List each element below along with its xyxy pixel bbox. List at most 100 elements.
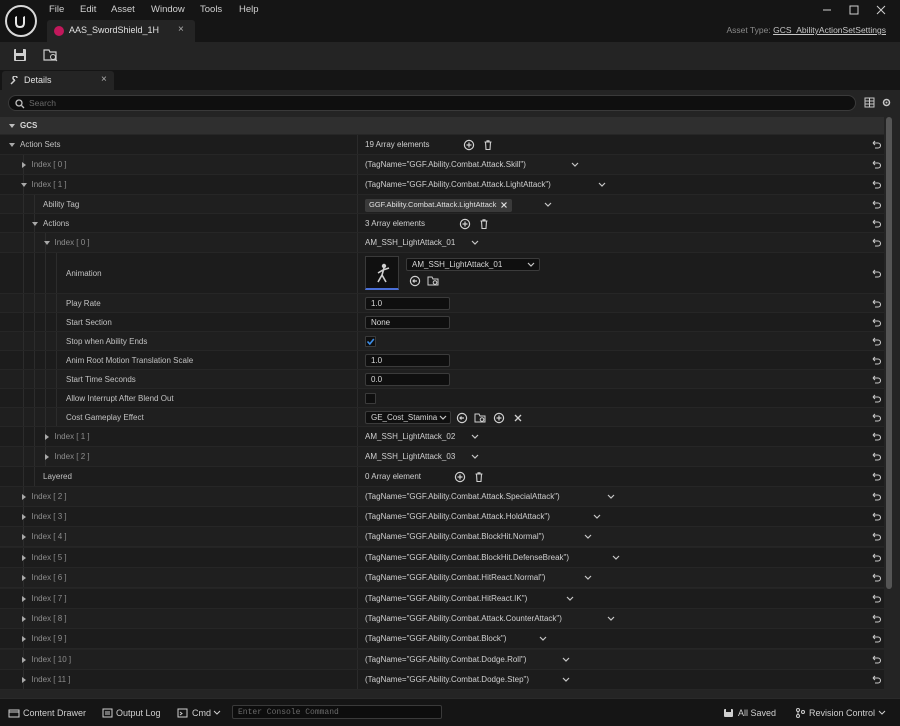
dropdown-chevron-icon[interactable]	[607, 493, 615, 501]
add-element-icon[interactable]	[463, 139, 475, 151]
animation-asset-combo[interactable]: AM_SSH_LightAttack_01	[406, 258, 540, 271]
details-tab[interactable]: Details ×	[2, 71, 114, 90]
dropdown-chevron-icon[interactable]	[539, 635, 547, 643]
clear-effect-icon[interactable]	[512, 412, 524, 424]
reset-to-default-icon[interactable]	[870, 268, 882, 280]
dropdown-chevron-icon[interactable]	[471, 433, 479, 441]
value-field[interactable]: None	[365, 316, 450, 329]
browse-asset-icon[interactable]	[427, 275, 439, 287]
revision-control-chevron-icon[interactable]	[878, 710, 886, 716]
collapsed-arrow-icon[interactable]	[20, 533, 28, 541]
dropdown-chevron-icon[interactable]	[571, 161, 579, 169]
add-element-icon[interactable]	[459, 218, 471, 230]
expanded-arrow-icon[interactable]	[43, 239, 51, 247]
column-splitter[interactable]	[357, 195, 358, 213]
output-log-button[interactable]: Output Log	[116, 708, 161, 718]
column-splitter[interactable]	[357, 527, 358, 546]
search-input[interactable]	[29, 97, 829, 109]
table-view-icon[interactable]	[864, 97, 875, 108]
column-splitter[interactable]	[357, 294, 358, 312]
checkbox-checked[interactable]	[365, 336, 376, 347]
checkbox-unchecked[interactable]	[365, 393, 376, 404]
close-details-tab-icon[interactable]: ×	[101, 74, 107, 85]
reset-to-default-icon[interactable]	[870, 511, 882, 523]
collapsed-arrow-icon[interactable]	[20, 656, 28, 664]
column-splitter[interactable]	[357, 487, 358, 506]
column-splitter[interactable]	[357, 175, 358, 194]
use-selected-effect-icon[interactable]	[456, 412, 468, 424]
dropdown-chevron-icon[interactable]	[598, 181, 606, 189]
delete-all-icon[interactable]	[478, 218, 490, 230]
browse-effect-icon[interactable]	[474, 412, 486, 424]
dropdown-chevron-icon[interactable]	[562, 676, 570, 684]
dropdown-chevron-icon[interactable]	[584, 574, 592, 582]
reset-to-default-icon[interactable]	[870, 674, 882, 686]
collapsed-arrow-icon[interactable]	[20, 161, 28, 169]
remove-tag-icon[interactable]	[500, 201, 508, 209]
expanded-arrow-icon[interactable]	[8, 141, 16, 149]
dropdown-chevron-icon[interactable]	[612, 554, 620, 562]
column-splitter[interactable]	[357, 233, 358, 252]
reset-to-default-icon[interactable]	[870, 531, 882, 543]
delete-all-icon[interactable]	[473, 471, 485, 483]
column-splitter[interactable]	[357, 650, 358, 669]
reset-to-default-icon[interactable]	[870, 552, 882, 564]
dropdown-chevron-icon[interactable]	[562, 656, 570, 664]
column-splitter[interactable]	[357, 389, 358, 407]
reset-to-default-icon[interactable]	[870, 593, 882, 605]
dropdown-chevron-icon[interactable]	[584, 533, 592, 541]
collapsed-arrow-icon[interactable]	[20, 635, 28, 643]
column-splitter[interactable]	[357, 447, 358, 466]
dropdown-chevron-icon[interactable]	[607, 615, 615, 623]
effect-asset-combo[interactable]: GE_Cost_Stamina	[365, 411, 451, 424]
console-command-input[interactable]	[233, 706, 441, 718]
column-splitter[interactable]	[357, 408, 358, 426]
expanded-arrow-icon[interactable]	[20, 181, 28, 189]
column-splitter[interactable]	[357, 467, 358, 486]
reset-to-default-icon[interactable]	[870, 179, 882, 191]
column-splitter[interactable]	[357, 332, 358, 350]
unreal-logo-icon[interactable]	[5, 5, 37, 37]
column-splitter[interactable]	[357, 351, 358, 369]
column-splitter[interactable]	[357, 670, 358, 689]
maximize-icon[interactable]	[847, 4, 861, 16]
menu-tools[interactable]: Tools	[200, 4, 222, 15]
document-tab[interactable]: AAS_SwordShield_1H ×	[47, 20, 195, 42]
minimize-icon[interactable]	[820, 4, 834, 16]
category-header-gcs[interactable]: GCS	[0, 117, 884, 135]
dropdown-chevron-icon[interactable]	[566, 595, 574, 603]
reset-to-default-icon[interactable]	[870, 237, 882, 249]
menu-window[interactable]: Window	[151, 4, 185, 15]
collapsed-arrow-icon[interactable]	[43, 433, 51, 441]
content-drawer-button[interactable]: Content Drawer	[23, 708, 86, 718]
menu-file[interactable]: File	[49, 4, 64, 15]
reset-to-default-icon[interactable]	[870, 374, 882, 386]
column-splitter[interactable]	[357, 589, 358, 608]
cmd-button[interactable]: Cmd	[192, 708, 211, 718]
collapsed-arrow-icon[interactable]	[20, 676, 28, 684]
reset-to-default-icon[interactable]	[870, 199, 882, 211]
column-splitter[interactable]	[357, 629, 358, 648]
dropdown-chevron-icon[interactable]	[471, 453, 479, 461]
close-window-icon[interactable]	[874, 4, 888, 16]
column-splitter[interactable]	[357, 214, 358, 232]
reset-to-default-icon[interactable]	[870, 491, 882, 503]
expanded-arrow-icon[interactable]	[31, 220, 39, 228]
reset-to-default-icon[interactable]	[870, 218, 882, 230]
reset-to-default-icon[interactable]	[870, 431, 882, 443]
column-splitter[interactable]	[357, 548, 358, 567]
save-icon[interactable]	[13, 48, 27, 62]
value-field[interactable]: 0.0	[365, 373, 450, 386]
value-field[interactable]: 1.0	[365, 354, 450, 367]
reset-to-default-icon[interactable]	[870, 613, 882, 625]
reset-to-default-icon[interactable]	[870, 317, 882, 329]
collapsed-arrow-icon[interactable]	[20, 574, 28, 582]
menu-asset[interactable]: Asset	[111, 4, 135, 15]
column-splitter[interactable]	[357, 507, 358, 526]
reset-to-default-icon[interactable]	[870, 412, 882, 424]
reset-to-default-icon[interactable]	[870, 355, 882, 367]
reset-to-default-icon[interactable]	[870, 139, 882, 151]
settings-gear-icon[interactable]	[881, 97, 892, 108]
gameplay-tag-chip[interactable]: GGF.Ability.Combat.Attack.LightAttack	[365, 199, 513, 212]
column-splitter[interactable]	[357, 427, 358, 446]
